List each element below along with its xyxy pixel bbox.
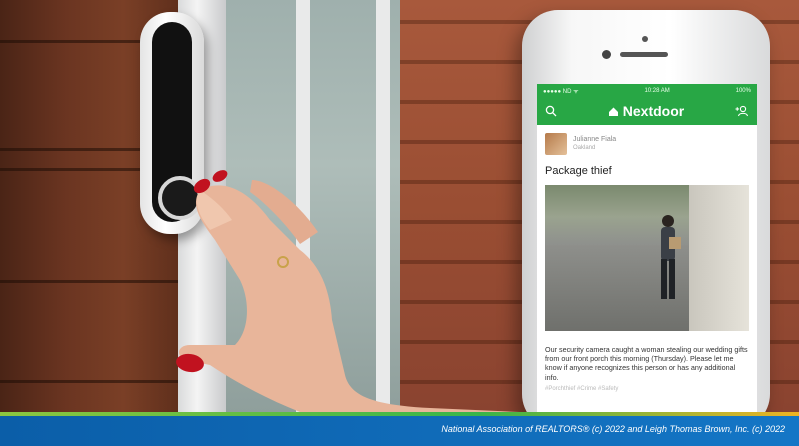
nextdoor-app-screen: ●●●●● ND ᯤ 10:28 AM 100% Nextdoor Julian… [537,84,757,424]
app-navbar: Nextdoor [537,97,757,125]
avatar[interactable] [545,133,567,155]
battery-level: 100% [735,87,751,94]
status-time: 10:28 AM [644,87,670,94]
app-name: Nextdoor [622,103,685,119]
post-title: Package thief [545,165,612,177]
slide-footer: National Association of REALTORS® (c) 20… [0,416,799,446]
slide-photo: ●●●●● ND ᯤ 10:28 AM 100% Nextdoor Julian… [0,0,799,446]
front-camera [602,50,611,59]
house-icon [608,107,618,116]
search-icon[interactable] [545,105,557,117]
author-name[interactable]: Julianne Fiala [573,135,616,144]
earpiece-speaker [620,52,668,57]
author-neighborhood: Oakland [573,145,596,151]
person-figure [661,215,681,299]
smartphone: ●●●●● ND ᯤ 10:28 AM 100% Nextdoor Julian… [522,10,770,430]
app-logo: Nextdoor [608,103,684,119]
carrier-signal: ●●●●● ND ᯤ [543,88,579,95]
feed-post[interactable]: Julianne Fiala Oakland Package thief Our… [537,125,757,392]
post-tags: #Porchthief #Crime #Safety [545,385,619,392]
post-author: Julianne Fiala Oakland [573,135,616,153]
post-body: Our security camera caught a woman steal… [545,345,748,382]
add-person-icon[interactable] [735,105,749,117]
copyright-notice: National Association of REALTORS® (c) 20… [441,424,785,434]
proximity-sensor [642,36,648,42]
post-photo[interactable] [545,185,749,331]
status-bar: ●●●●● ND ᯤ 10:28 AM 100% [537,84,757,97]
post-header: Julianne Fiala Oakland [545,133,749,155]
